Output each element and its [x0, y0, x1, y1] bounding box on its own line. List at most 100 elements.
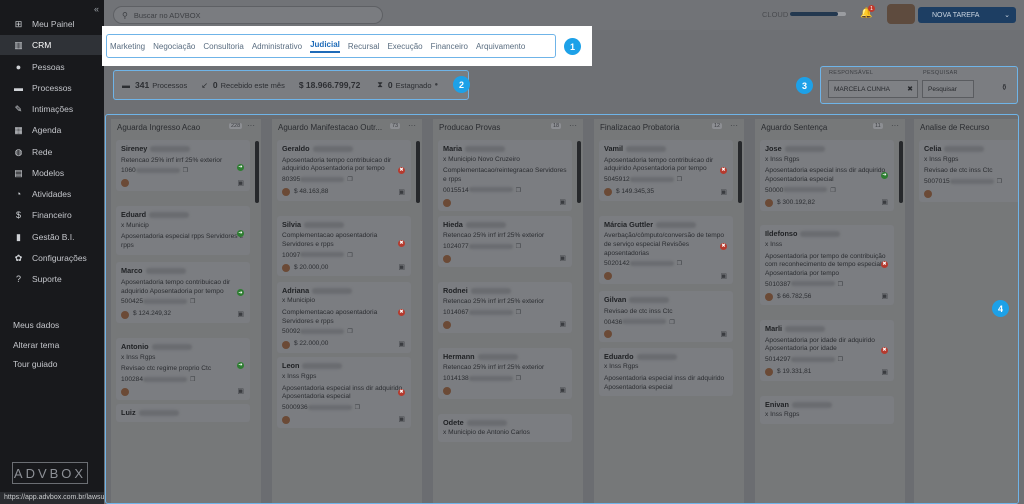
card-menu-icon[interactable]: ▣: [398, 263, 405, 272]
tab-execução[interactable]: Execução: [387, 42, 422, 51]
sidebar-item-meu-painel[interactable]: ⊞ Meu Painel: [0, 14, 104, 34]
card-menu-icon[interactable]: ▣: [720, 272, 727, 281]
copy-icon[interactable]: ❐: [516, 188, 521, 194]
sidebar-item-suporte[interactable]: ? Suporte: [0, 269, 104, 289]
sidebar-item-gestão-b-i-[interactable]: ▮ Gestão B.I.: [0, 227, 104, 247]
kanban-card[interactable]: Márcia Guttler Averbação/cômputo/conversã…: [599, 215, 733, 285]
clear-icon[interactable]: ✖: [907, 85, 913, 93]
copy-icon[interactable]: ❐: [669, 320, 674, 326]
search-input[interactable]: ⚲ Buscar no ADVBOX: [113, 6, 383, 24]
status-alert-icon[interactable]: ✖: [398, 388, 405, 396]
kanban-card[interactable]: Silvia Complementacao aposentadoria Servi…: [277, 215, 411, 277]
sidebar-item-processos[interactable]: ▬ Processos: [0, 78, 104, 98]
kanban-card[interactable]: Vamil Aposentadoria tempo contribuicao di…: [599, 140, 733, 201]
sidebar-item-configurações[interactable]: ✿ Configurações: [0, 248, 104, 268]
kanban-card[interactable]: Odete x Municipio de Antonio Carlos: [438, 413, 572, 442]
card-menu-icon[interactable]: ▣: [237, 179, 244, 188]
status-ok-icon[interactable]: ➜: [237, 164, 244, 171]
kanban-card[interactable]: Marli Aposentadoria por idade dir adquiri…: [760, 320, 894, 381]
pesquisar-input[interactable]: Pesquisar: [922, 80, 974, 98]
copy-icon[interactable]: ❐: [838, 357, 843, 363]
card-menu-icon[interactable]: ▣: [398, 340, 405, 349]
card-menu-icon[interactable]: ▣: [559, 320, 566, 329]
kanban-card[interactable]: Hieda Retencao 25% irrf irrf 25% exterior…: [438, 215, 572, 267]
copy-icon[interactable]: ❐: [838, 282, 843, 288]
copy-icon[interactable]: ❐: [516, 244, 521, 250]
card-menu-icon[interactable]: ▣: [237, 387, 244, 396]
card-menu-icon[interactable]: ▣: [398, 188, 405, 197]
sidebar-item-rede[interactable]: ◍ Rede: [0, 142, 104, 162]
sidebar-item-financeiro[interactable]: $ Financeiro: [0, 205, 104, 225]
column-scrollbar[interactable]: [255, 141, 259, 203]
card-menu-icon[interactable]: ▣: [398, 415, 405, 424]
sidebar-item-agenda[interactable]: ▦ Agenda: [0, 120, 104, 140]
tab-negociação[interactable]: Negociação: [153, 42, 195, 51]
sidebar-link-meus-dados[interactable]: Meus dados: [13, 320, 59, 330]
copy-icon[interactable]: ❐: [347, 329, 352, 335]
kanban-card[interactable]: Ildefonso x Inss Aposentadoria por tempo d…: [760, 225, 894, 306]
kanban-card[interactable]: Hermann Retencao 25% irrf irrf 25% exteri…: [438, 347, 572, 399]
tab-recursal[interactable]: Recursal: [348, 42, 380, 51]
copy-icon[interactable]: ❐: [516, 376, 521, 382]
card-menu-icon[interactable]: ▣: [881, 292, 888, 301]
filter-icon[interactable]: ⚱: [1001, 83, 1008, 92]
status-ok-icon[interactable]: ➜: [881, 171, 888, 179]
copy-icon[interactable]: ❐: [190, 299, 195, 305]
copy-icon[interactable]: ❐: [190, 377, 195, 383]
status-ok-icon[interactable]: ➜: [237, 362, 244, 369]
status-alert-icon[interactable]: ✖: [881, 347, 888, 354]
tab-administrativo[interactable]: Administrativo: [252, 42, 302, 51]
sidebar-item-pessoas[interactable]: ● Pessoas: [0, 57, 104, 77]
info-icon[interactable]: ●: [435, 82, 439, 88]
copy-icon[interactable]: ❐: [347, 177, 352, 183]
card-menu-icon[interactable]: ▣: [237, 310, 244, 319]
column-scrollbar[interactable]: [899, 141, 903, 203]
kanban-card[interactable]: Enivan x Inss Rgps: [760, 395, 894, 424]
status-alert-icon[interactable]: ✖: [398, 308, 405, 316]
card-menu-icon[interactable]: ▣: [559, 254, 566, 263]
status-alert-icon[interactable]: ✖: [398, 167, 405, 174]
kanban-card[interactable]: Rodnei Retencao 25% irrf irrf 25% exterio…: [438, 281, 572, 333]
status-alert-icon[interactable]: ✖: [398, 239, 405, 247]
column-scrollbar[interactable]: [738, 141, 742, 203]
kanban-card[interactable]: Eduardo x Inss Rgps Aposentadoria especial…: [599, 347, 733, 397]
card-menu-icon[interactable]: ▣: [559, 198, 566, 207]
copy-icon[interactable]: ❐: [347, 253, 352, 259]
column-scrollbar[interactable]: [416, 141, 420, 203]
column-title[interactable]: Analise de Recurso: [914, 119, 1018, 135]
new-task-button[interactable]: NOVA TAREFA ⌄: [918, 7, 1016, 23]
tab-financeiro[interactable]: Financeiro: [431, 42, 468, 51]
kanban-card[interactable]: Eduard x Municip Aposentadoria especial rp…: [116, 206, 250, 255]
sidebar-item-modelos[interactable]: ▤ Modelos: [0, 163, 104, 183]
sidebar-item-crm[interactable]: ▥ CRM: [0, 35, 104, 55]
kanban-card[interactable]: Sireney Retencao 25% irrf irrf 25% exteri…: [116, 140, 250, 192]
kanban-card[interactable]: Marco Aposentadoria tempo contribuicao di…: [116, 262, 250, 323]
sidebar-item-atividades[interactable]: ◔ Atividades: [0, 184, 104, 204]
copy-icon[interactable]: ❐: [677, 177, 682, 183]
copy-icon[interactable]: ❐: [830, 188, 835, 194]
kanban-card[interactable]: Jose x Inss Rgps Aposentadoria especial in…: [760, 140, 894, 212]
kanban-card[interactable]: Maria x Municipio Novo Cruzeiro Complement…: [438, 140, 572, 211]
kanban-card[interactable]: Adriana x Municipio Complementacao aposent…: [277, 281, 411, 353]
card-menu-icon[interactable]: ▣: [881, 198, 888, 207]
kanban-card[interactable]: Leon x Inss Rgps Aposentadoria especial in…: [277, 357, 411, 428]
card-menu-icon[interactable]: ▣: [720, 330, 727, 339]
copy-icon[interactable]: ❐: [183, 168, 188, 174]
copy-icon[interactable]: ❐: [355, 405, 360, 411]
kanban-card[interactable]: Gilvan Revisao de ctc inss Ctc 00436 ❐ ▣: [599, 291, 733, 343]
kanban-card[interactable]: Antonio x Inss Rgps Revisao ctc regime pro…: [116, 338, 250, 400]
tab-marketing[interactable]: Marketing: [110, 42, 145, 51]
column-more-icon[interactable]: ···: [569, 121, 577, 130]
column-more-icon[interactable]: ···: [247, 121, 255, 130]
column-more-icon[interactable]: ···: [408, 121, 416, 130]
kanban-card[interactable]: Geraldo Aposentadoria tempo contribuicao …: [277, 140, 411, 201]
status-alert-icon[interactable]: ✖: [720, 242, 727, 250]
column-scrollbar[interactable]: [577, 141, 581, 203]
column-more-icon[interactable]: ···: [730, 121, 738, 130]
status-ok-icon[interactable]: ➜: [237, 230, 244, 237]
copy-icon[interactable]: ❐: [516, 310, 521, 316]
collapse-sidebar-icon[interactable]: «: [94, 4, 99, 14]
status-alert-icon[interactable]: ✖: [720, 167, 727, 174]
sidebar-link-tour-guiado[interactable]: Tour guiado: [13, 359, 57, 369]
tab-consultoria[interactable]: Consultoria: [203, 42, 243, 51]
